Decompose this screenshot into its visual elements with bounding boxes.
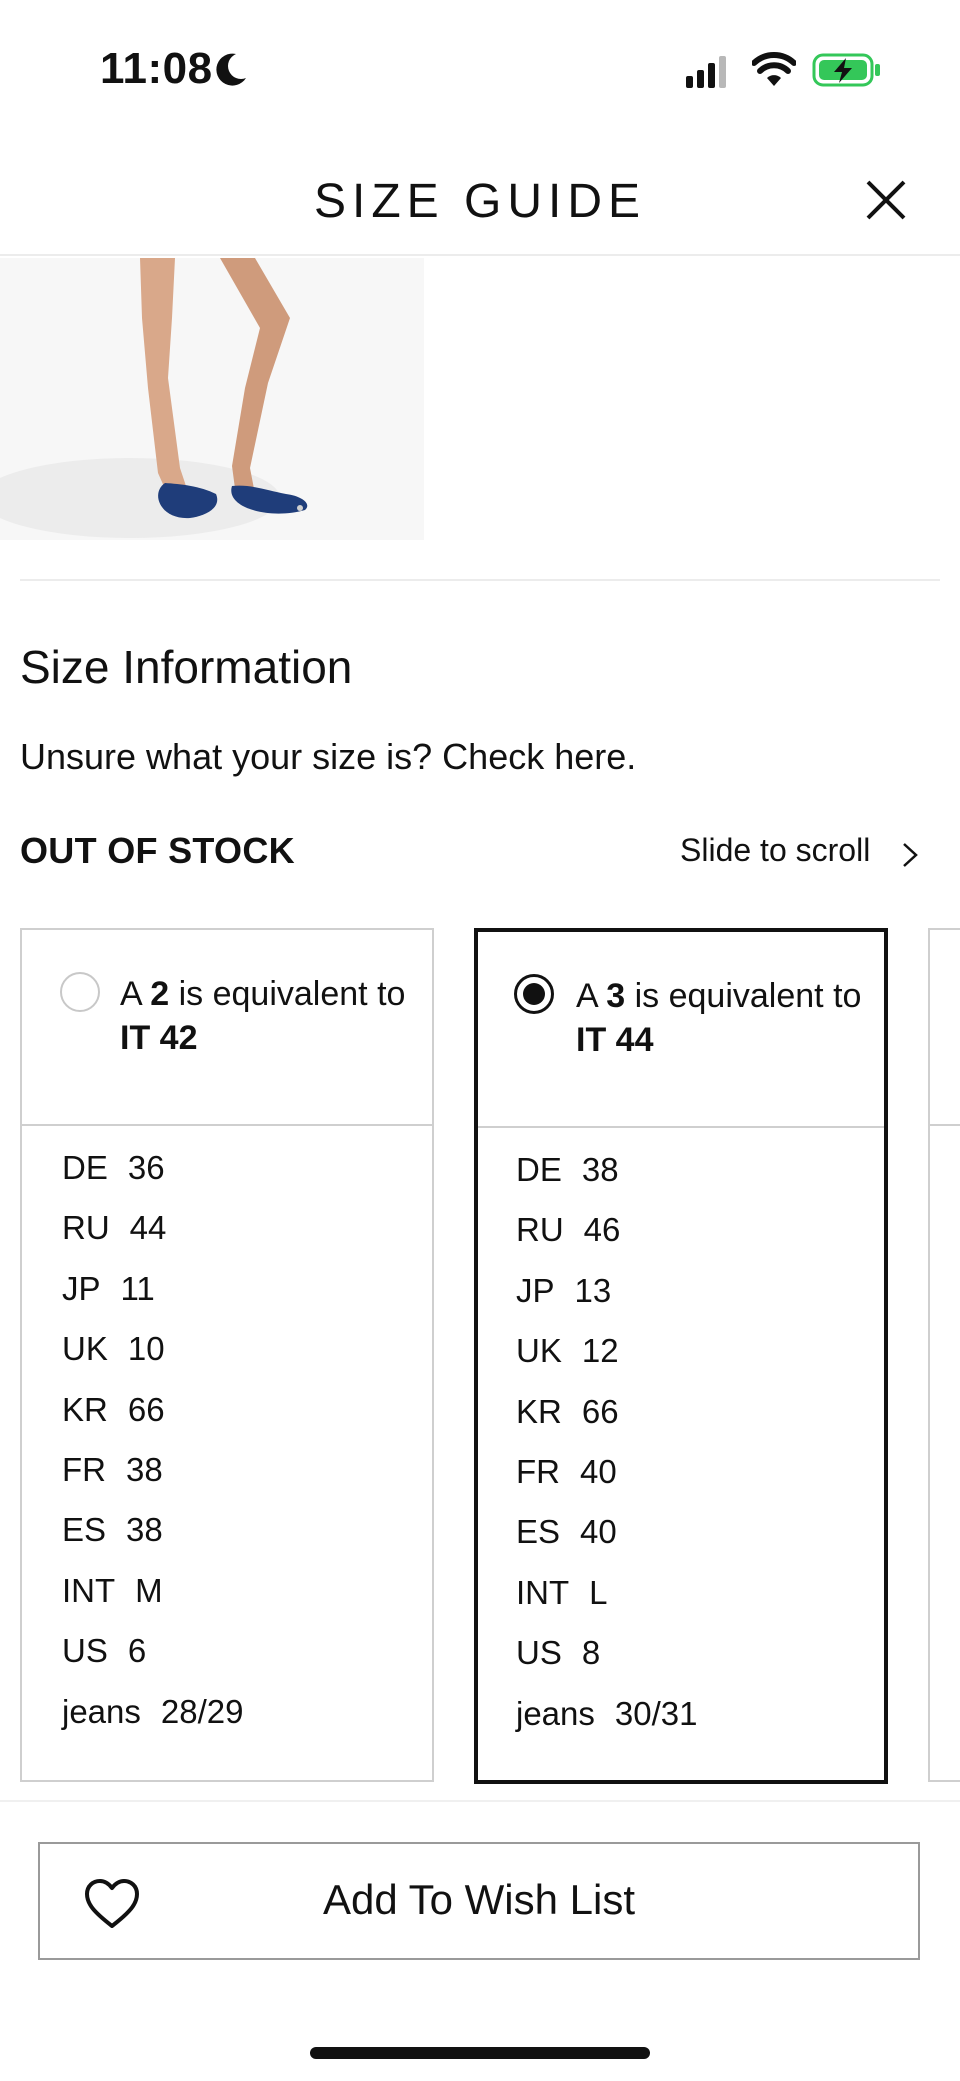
size-row: jeans 28/29 xyxy=(62,1692,244,1730)
size-option-card-selected[interactable]: A 3 is equivalent to IT 44 DE 38 RU 46 JP 1… xyxy=(474,928,888,1784)
size-guide-header: SIZE GUIDE xyxy=(0,140,960,256)
status-time: 11:08 xyxy=(100,44,213,93)
size-row: INT M xyxy=(62,1571,163,1609)
size-conversion-list: DE 36 RU 44 JP 11 UK 10 KR 66 FR 38 ES 38 INT M … xyxy=(62,1148,243,1752)
size-row: US 6 xyxy=(62,1632,147,1670)
scroll-hint: Slide to scroll xyxy=(680,832,871,868)
signal-icon xyxy=(686,56,726,88)
size-option-header: A 2 is equivalent to IT 42 xyxy=(22,930,432,1126)
divider xyxy=(20,579,940,581)
size-row: UK 10 xyxy=(62,1330,165,1368)
add-to-wish-list-button[interactable]: Add To Wish List xyxy=(38,1842,920,1960)
battery-charging-icon xyxy=(812,53,880,87)
chevron-right-icon xyxy=(903,843,918,867)
radio-button-selected[interactable] xyxy=(514,974,554,1014)
close-icon[interactable] xyxy=(862,176,910,224)
size-conversion-list: DE 38 RU 46 JP 13 UK 12 KR 66 FR 40 ES 40 INT L … xyxy=(516,1150,697,1754)
moon-icon xyxy=(216,53,246,86)
size-row: DE 36 xyxy=(62,1149,165,1186)
size-row: JP 13 xyxy=(516,1271,612,1309)
size-equivalent-text: A 3 is equivalent to IT 44 xyxy=(576,977,862,1059)
status-bar: 11:08 xyxy=(0,0,960,140)
size-row: DE 38 xyxy=(516,1151,619,1188)
size-row: FR 38 xyxy=(62,1450,163,1488)
wish-list-label: Add To Wish List xyxy=(322,1876,636,1923)
size-row: ES 38 xyxy=(62,1511,163,1549)
product-photo-illustration xyxy=(0,258,424,540)
size-row: FR 40 xyxy=(516,1452,617,1490)
size-row: US 8 xyxy=(516,1634,601,1672)
size-row: JP 11 xyxy=(62,1269,155,1307)
stock-status: OUT OF STOCK xyxy=(20,830,295,871)
size-option-header xyxy=(930,930,960,1126)
size-option-card[interactable]: A 2 is equivalent to IT 42 DE 36 RU 44 JP 1… xyxy=(20,928,434,1782)
size-row: jeans 30/31 xyxy=(516,1694,698,1732)
size-row: KR 66 xyxy=(516,1392,619,1430)
size-row: UK 12 xyxy=(516,1332,619,1370)
size-help-link[interactable]: Unsure what your size is? Check here. xyxy=(20,736,636,778)
size-equivalent-text: A 2 is equivalent to IT 42 xyxy=(120,975,406,1057)
size-option-card-partial[interactable] xyxy=(928,928,960,1782)
size-row: KR 66 xyxy=(62,1390,165,1428)
size-row: RU 46 xyxy=(516,1211,621,1249)
page-title: SIZE GUIDE xyxy=(313,175,647,228)
section-title: Size Information xyxy=(20,641,353,693)
size-row: RU 44 xyxy=(62,1209,167,1247)
home-indicator xyxy=(310,2047,650,2059)
size-row: ES 40 xyxy=(516,1513,617,1551)
size-row: INT L xyxy=(516,1573,608,1611)
size-option-header: A 3 is equivalent to IT 44 xyxy=(478,932,884,1128)
product-image xyxy=(0,258,424,540)
wifi-icon xyxy=(752,52,796,86)
radio-button[interactable] xyxy=(60,972,100,1012)
